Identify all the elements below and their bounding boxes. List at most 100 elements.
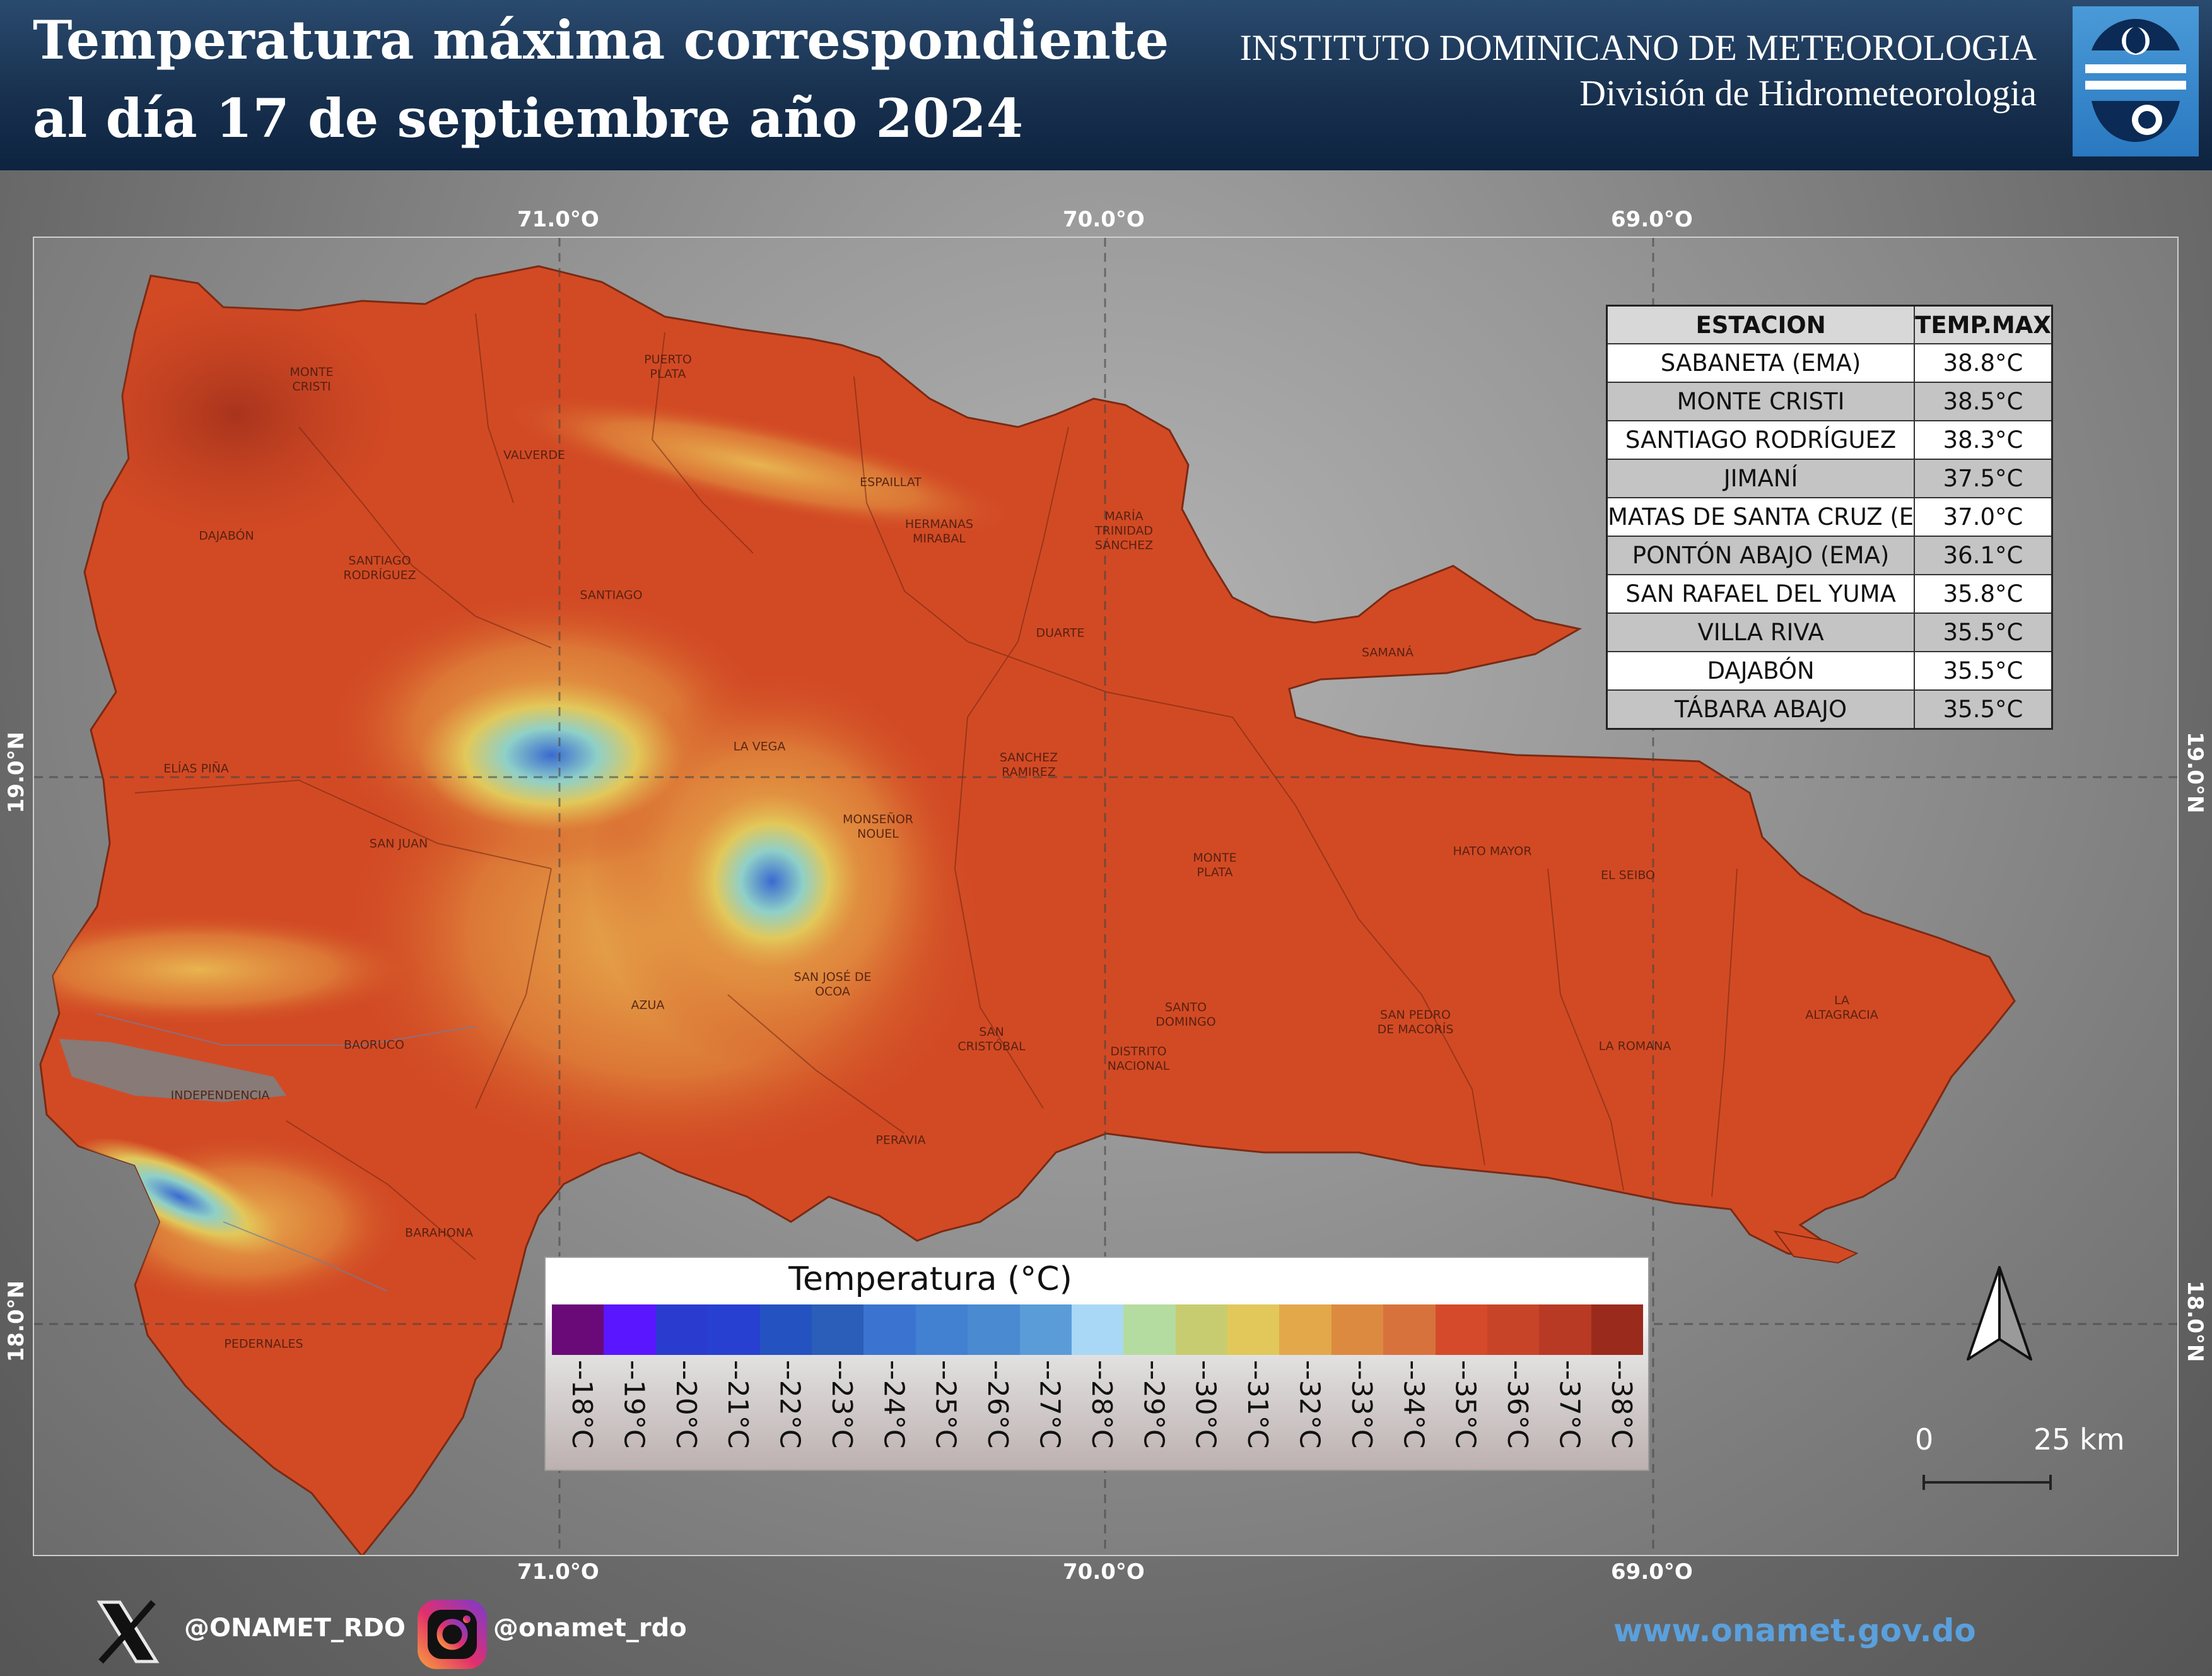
legend-swatch (1071, 1304, 1124, 1355)
legend-swatch (759, 1304, 812, 1355)
table-row: SAN RAFAEL DEL YUMA 35.8°C (1606, 574, 2053, 614)
station-name: JIMANÍ (1606, 459, 1916, 498)
legend-swatch (1487, 1304, 1540, 1355)
legend-label: --22°C (760, 1360, 812, 1467)
station-temp: 38.5°C (1914, 382, 2053, 421)
lon-label-top: 70.0°O (1063, 207, 1145, 232)
legend-label: --35°C (1436, 1360, 1487, 1467)
province-label: SANTO DOMINGO (1156, 1000, 1216, 1029)
province-label: MONTE CRISTI (290, 365, 334, 394)
legend-label: --29°C (1123, 1360, 1175, 1467)
legend-swatches (552, 1304, 1644, 1355)
scale-label-zero: 0 (1915, 1422, 1934, 1456)
legend-label: --38°C (1591, 1360, 1643, 1467)
province-label: ELÍAS PIÑA (163, 761, 229, 776)
station-name: PONTÓN ABAJO (EMA) (1606, 536, 1916, 575)
lat-label-left: 18.0°N (4, 1280, 29, 1362)
lon-label-top: 69.0°O (1611, 207, 1693, 232)
legend-swatch (655, 1304, 708, 1355)
temperature-legend: Temperatura (°C) --18°C --19°C --20°C --21°… (544, 1257, 1649, 1471)
legend-label: --18°C (552, 1360, 604, 1467)
logo-drop-icon (2085, 19, 2186, 142)
station-temp: 35.5°C (1914, 651, 2053, 691)
legend-swatch (968, 1304, 1020, 1355)
onamet-logo (2073, 6, 2199, 156)
province-label: DAJABÓN (199, 529, 254, 543)
instagram-icon[interactable] (415, 1597, 489, 1674)
province-label: AZUA (631, 998, 665, 1012)
legend-label-text: --31°C (1241, 1360, 1274, 1449)
legend-label: --25°C (916, 1360, 968, 1467)
station-temp: 37.5°C (1914, 459, 2053, 498)
lon-label-bottom: 69.0°O (1611, 1559, 1693, 1585)
legend-label-text: --21°C (722, 1360, 754, 1449)
legend-label: --21°C (708, 1360, 759, 1467)
legend-swatch (604, 1304, 656, 1355)
province-label: SAN CRISTÓBAL (957, 1025, 1026, 1053)
institute-block: INSTITUTO DOMINICANO DE METEOROLOGIA Div… (1239, 25, 2037, 116)
legend-label: --28°C (1072, 1360, 1123, 1467)
table-row: SABANETA (EMA) 38.8°C (1606, 343, 2053, 383)
legend-swatch (915, 1304, 968, 1355)
station-name: MONTE CRISTI (1606, 382, 1916, 421)
legend-label-text: --32°C (1293, 1360, 1326, 1449)
legend-label: --32°C (1279, 1360, 1331, 1467)
province-label: PEDERNALES (224, 1337, 303, 1351)
table-row: JIMANÍ 37.5°C (1606, 459, 2053, 498)
lat-label-right: 18.0°N (2182, 1280, 2208, 1362)
province-label: HATO MAYOR (1453, 844, 1532, 859)
province-label: MARÍA TRINIDAD SÁNCHEZ (1094, 509, 1154, 553)
province-label: LA ALTAGRACIA (1805, 993, 1878, 1022)
province-label: EL SEIBO (1601, 868, 1655, 882)
legend-swatch (1539, 1304, 1591, 1355)
legend-label: --26°C (968, 1360, 1019, 1467)
province-label: PERAVIA (875, 1133, 926, 1147)
x-twitter-icon[interactable] (93, 1597, 163, 1669)
province-label: MONTE PLATA (1193, 851, 1237, 879)
province-label: DISTRITO NACIONAL (1107, 1045, 1170, 1073)
legend-swatch (1279, 1304, 1331, 1355)
website-link[interactable]: www.onamet.gov.do (1613, 1612, 1976, 1649)
legend-label-text: --24°C (877, 1360, 910, 1449)
legend-title: Temperatura (°C) (788, 1260, 1072, 1298)
legend-label: --19°C (604, 1360, 655, 1467)
legend-label-text: --26°C (981, 1360, 1014, 1449)
legend-label-text: --27°C (1033, 1360, 1066, 1449)
legend-label-text: --35°C (1449, 1360, 1482, 1449)
legend-label: --34°C (1383, 1360, 1435, 1467)
station-name: VILLA RIVA (1606, 612, 1916, 652)
instagram-handle[interactable]: @onamet_rdo (493, 1614, 687, 1643)
lon-label-top: 71.0°O (517, 207, 599, 232)
table-row: TÁBARA ABAJO 35.5°C (1606, 689, 2053, 730)
header-banner: Temperatura máxima correspondiente al dí… (0, 0, 2212, 170)
legend-swatch (708, 1304, 760, 1355)
column-header-temp: TEMP.MAX (1914, 305, 2053, 344)
legend-label-text: --18°C (566, 1360, 598, 1449)
province-label: VALVERDE (503, 448, 566, 462)
lon-label-bottom: 70.0°O (1063, 1559, 1145, 1585)
province-label: LA VEGA (733, 739, 786, 754)
legend-label: --30°C (1176, 1360, 1227, 1467)
legend-swatch (811, 1304, 864, 1355)
province-label: SAMANÁ (1361, 645, 1414, 660)
legend-label-text: --20°C (669, 1360, 702, 1449)
legend-label-text: --28°C (1085, 1360, 1118, 1449)
province-label: BARAHONA (405, 1226, 473, 1240)
legend-swatch (1175, 1304, 1228, 1355)
legend-swatch (1591, 1304, 1644, 1355)
legend-label-text: --34°C (1397, 1360, 1430, 1449)
legend-label-text: --33°C (1345, 1360, 1378, 1449)
province-label: SAN PEDRO DE MACORÍS (1377, 1008, 1454, 1036)
title-line-2: al día 17 de septiembre año 2024 (33, 87, 1024, 149)
map-title: Temperatura máxima correspondiente al dí… (33, 1, 1169, 158)
province-label: MONSEÑOR NOUEL (843, 812, 913, 841)
legend-label-text: --38°C (1605, 1360, 1637, 1449)
station-table: ESTACION TEMP.MAX SABANETA (EMA) 38.8°C M… (1606, 305, 2053, 730)
division-name: División de Hidrometeorologia (1579, 73, 2037, 114)
twitter-handle[interactable]: @ONAMET_RDO (184, 1614, 406, 1643)
province-label: SAN JOSÉ DE OCOA (793, 970, 872, 999)
legend-label: --20°C (656, 1360, 708, 1467)
legend-label-text: --30°C (1189, 1360, 1222, 1449)
station-name: TÁBARA ABAJO (1606, 689, 1916, 730)
north-arrow-icon (1962, 1265, 2037, 1368)
